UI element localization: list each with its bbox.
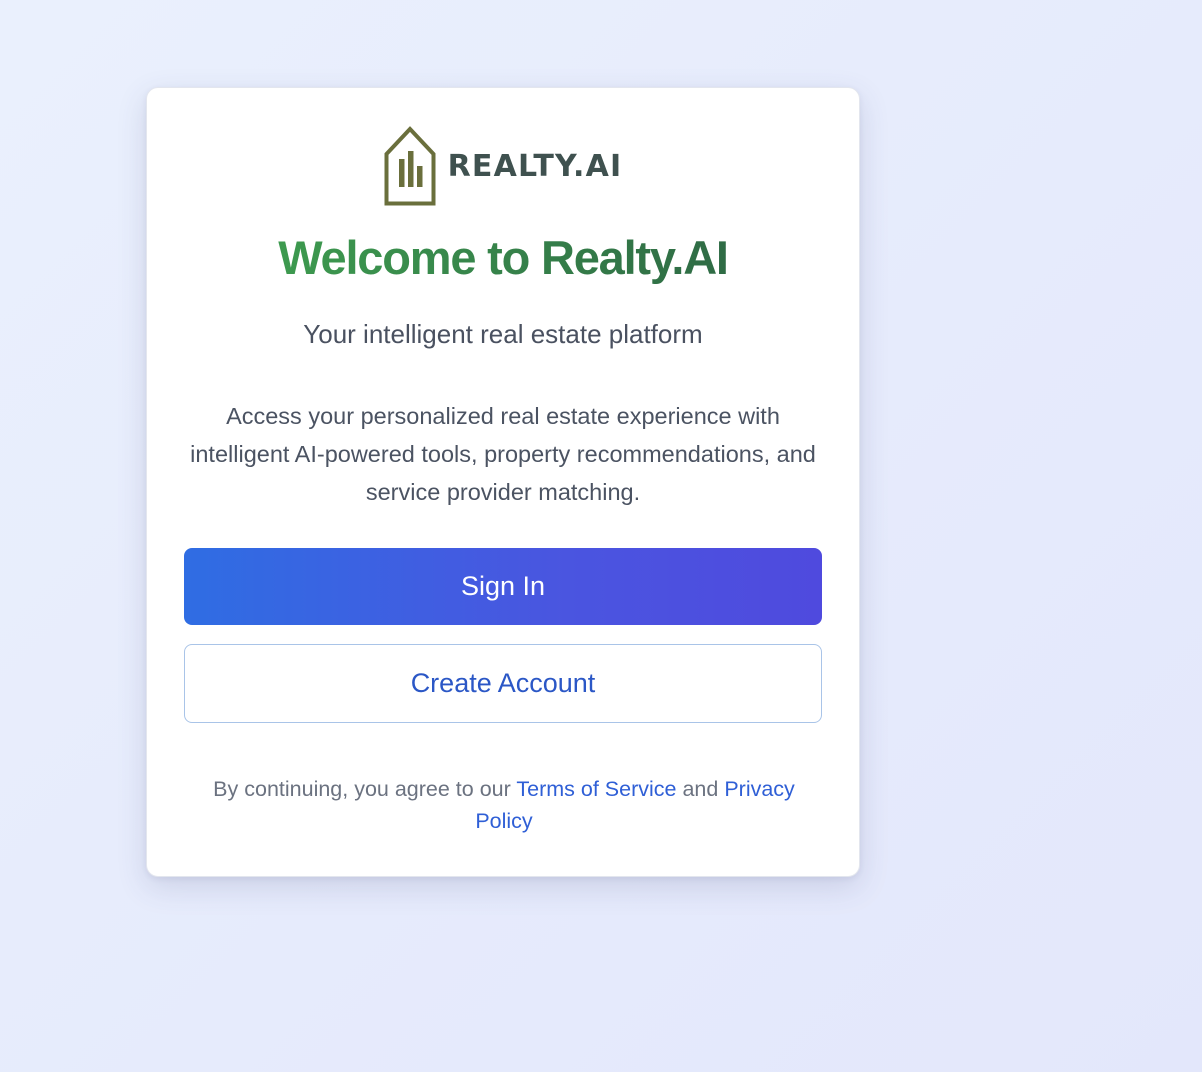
sign-in-button[interactable]: Sign In xyxy=(184,548,822,625)
legal-notice: By continuing, you agree to our Terms of… xyxy=(183,773,825,837)
legal-prefix: By continuing, you agree to our xyxy=(213,777,511,801)
page-title-text: Welcome to Realty.AI xyxy=(278,231,729,284)
welcome-card: REALTY.AI Welcome to Realty.AI Your inte… xyxy=(146,87,860,877)
brand-logo-text: REALTY.AI xyxy=(447,149,623,184)
create-account-button[interactable]: Create Account xyxy=(184,644,822,723)
legal-conjunction: and xyxy=(682,777,719,801)
page-title: Welcome to Realty.AI xyxy=(147,228,859,288)
brand-logo: REALTY.AI xyxy=(147,126,859,206)
page-subtitle: Your intelligent real estate platform xyxy=(303,319,703,349)
house-bar-chart-icon xyxy=(384,126,436,206)
terms-of-service-link[interactable]: Terms of Service xyxy=(516,777,676,801)
page-description: Access your personalized real estate exp… xyxy=(190,403,816,505)
